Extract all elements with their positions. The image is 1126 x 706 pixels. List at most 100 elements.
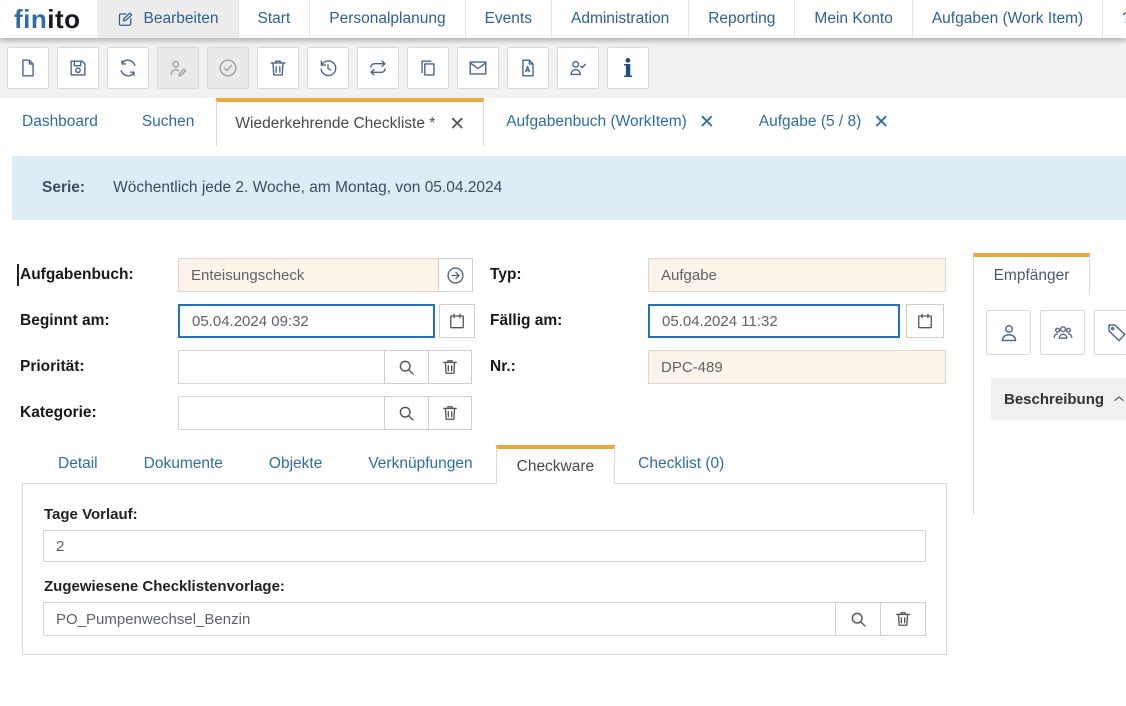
subtab-checklist[interactable]: Checklist (0)	[615, 445, 747, 483]
user-check-button[interactable]	[557, 47, 599, 89]
app-window: finito Bearbeiten Start Personalplanung …	[0, 0, 1126, 706]
subtab-label: Detail	[58, 455, 98, 473]
kategorie-label: Kategorie:	[20, 396, 97, 430]
search-icon	[396, 357, 417, 378]
menu-item-administration[interactable]: Administration	[552, 0, 689, 38]
save-icon	[67, 57, 89, 79]
prioritaet-label: Priorität:	[20, 350, 85, 384]
beschreibung-section-header[interactable]: Beschreibung	[991, 378, 1126, 420]
beginnt-am-field[interactable]	[178, 304, 435, 338]
calendar-icon	[447, 311, 467, 331]
menu-item-help[interactable]: ?	[1103, 0, 1126, 38]
refresh-button[interactable]	[107, 47, 149, 89]
menu-item-label: Administration	[571, 10, 669, 28]
add-user-button[interactable]	[986, 310, 1031, 355]
menu-item-events[interactable]: Events	[466, 0, 552, 38]
checklistenvorlage-search-button[interactable]	[835, 602, 881, 636]
empfaenger-panel: Empfänger Beschreibung	[973, 253, 1126, 515]
menu-bar: finito Bearbeiten Start Personalplanung …	[0, 0, 1126, 38]
menu-item-mein-konto[interactable]: Mein Konto	[795, 0, 912, 38]
trash-icon	[440, 403, 460, 423]
serie-label: Serie:	[42, 179, 85, 197]
faellig-am-field[interactable]	[648, 304, 900, 338]
open-record-button[interactable]	[438, 258, 473, 292]
close-icon[interactable]: ✕	[449, 115, 465, 134]
tab-aufgabenbuch-workitem[interactable]: Aufgabenbuch (WorkItem) ✕	[484, 98, 737, 146]
kategorie-field[interactable]	[178, 396, 385, 430]
add-tag-button[interactable]	[1094, 310, 1126, 355]
beginnt-am-label: Beginnt am:	[20, 304, 110, 338]
menu-item-label: Mein Konto	[814, 10, 892, 28]
tab-empfaenger[interactable]: Empfänger	[973, 253, 1090, 295]
user-edit-icon	[167, 57, 189, 79]
group-icon	[1051, 321, 1075, 345]
prioritaet-clear-button[interactable]	[428, 350, 472, 384]
subtab-objekte[interactable]: Objekte	[246, 445, 345, 483]
checklistenvorlage-field[interactable]	[43, 602, 836, 636]
menu-item-label: Events	[485, 10, 532, 28]
save-button[interactable]	[57, 47, 99, 89]
beginnt-am-datepicker-button[interactable]	[439, 304, 475, 338]
info-button[interactable]: i	[607, 47, 649, 89]
close-icon[interactable]: ✕	[699, 113, 715, 132]
mail-icon	[467, 57, 489, 79]
subtab-checkware[interactable]: Checkware	[496, 445, 616, 484]
chevron-up-icon	[1112, 392, 1126, 406]
nr-label: Nr.:	[490, 350, 516, 384]
history-button[interactable]	[307, 47, 349, 89]
kategorie-search-button[interactable]	[384, 396, 429, 430]
checklistenvorlage-clear-button[interactable]	[880, 602, 926, 636]
aufgabenbuch-field[interactable]	[178, 258, 439, 292]
close-icon[interactable]: ✕	[873, 113, 889, 132]
serie-value: Wöchentlich jede 2. Woche, am Montag, vo…	[113, 179, 502, 197]
faellig-am-datepicker-button[interactable]	[906, 304, 944, 338]
pdf-icon	[517, 57, 539, 79]
tab-aufgabe-5-8[interactable]: Aufgabe (5 / 8) ✕	[737, 98, 911, 146]
prioritaet-field[interactable]	[178, 350, 385, 384]
delete-button[interactable]	[257, 47, 299, 89]
menu-item-aufgaben-work-item[interactable]: Aufgaben (Work Item)	[913, 0, 1103, 38]
checkware-panel: Tage Vorlauf: Zugewiesene Checklistenvor…	[22, 483, 947, 655]
subtab-dokumente[interactable]: Dokumente	[121, 445, 246, 483]
subtab-label: Checkware	[517, 458, 595, 476]
edit-icon	[116, 10, 135, 29]
user-check-icon	[567, 57, 589, 79]
repeat-icon	[367, 57, 389, 79]
new-document-button[interactable]	[7, 47, 49, 89]
pdf-export-button[interactable]	[507, 47, 549, 89]
add-group-button[interactable]	[1040, 310, 1085, 355]
tab-label: Suchen	[142, 113, 195, 131]
subtab-detail[interactable]: Detail	[35, 445, 121, 483]
menu-item-start[interactable]: Start	[239, 0, 311, 38]
recurrence-button[interactable]	[357, 47, 399, 89]
subtab-verknuepfungen[interactable]: Verknüpfungen	[345, 445, 495, 483]
tab-dashboard[interactable]: Dashboard	[0, 98, 120, 146]
tab-label: Wiederkehrende Checkliste *	[235, 115, 435, 133]
tab-wiederkehrende-checkliste[interactable]: Wiederkehrende Checkliste * ✕	[216, 98, 484, 146]
nr-field[interactable]	[648, 350, 946, 384]
trash-icon	[440, 357, 460, 377]
new-document-icon	[17, 57, 39, 79]
app-logo[interactable]: finito	[0, 0, 97, 38]
menu-item-reporting[interactable]: Reporting	[689, 0, 795, 38]
typ-field[interactable]	[648, 258, 946, 292]
tab-suchen[interactable]: Suchen	[120, 98, 217, 146]
search-icon	[848, 609, 869, 630]
text-caret	[17, 264, 19, 286]
tage-vorlauf-label: Tage Vorlauf:	[44, 506, 926, 523]
menu-item-label: Aufgaben (Work Item)	[932, 10, 1083, 28]
tage-vorlauf-field[interactable]	[43, 530, 926, 562]
tab-label: Aufgabe (5 / 8)	[759, 113, 862, 131]
detail-tab-bar: Detail Dokumente Objekte Verknüpfungen C…	[22, 445, 747, 483]
menu-item-personalplanung[interactable]: Personalplanung	[310, 0, 465, 38]
search-icon	[396, 403, 417, 424]
tab-label: Dashboard	[22, 113, 98, 131]
mail-button[interactable]	[457, 47, 499, 89]
menu-item-bearbeiten[interactable]: Bearbeiten	[97, 0, 239, 38]
menu-item-label: Start	[258, 10, 291, 28]
kategorie-clear-button[interactable]	[428, 396, 472, 430]
copy-button[interactable]	[407, 47, 449, 89]
prioritaet-search-button[interactable]	[384, 350, 429, 384]
tab-label: Empfänger	[994, 267, 1070, 285]
subtab-label: Checklist (0)	[638, 455, 724, 473]
